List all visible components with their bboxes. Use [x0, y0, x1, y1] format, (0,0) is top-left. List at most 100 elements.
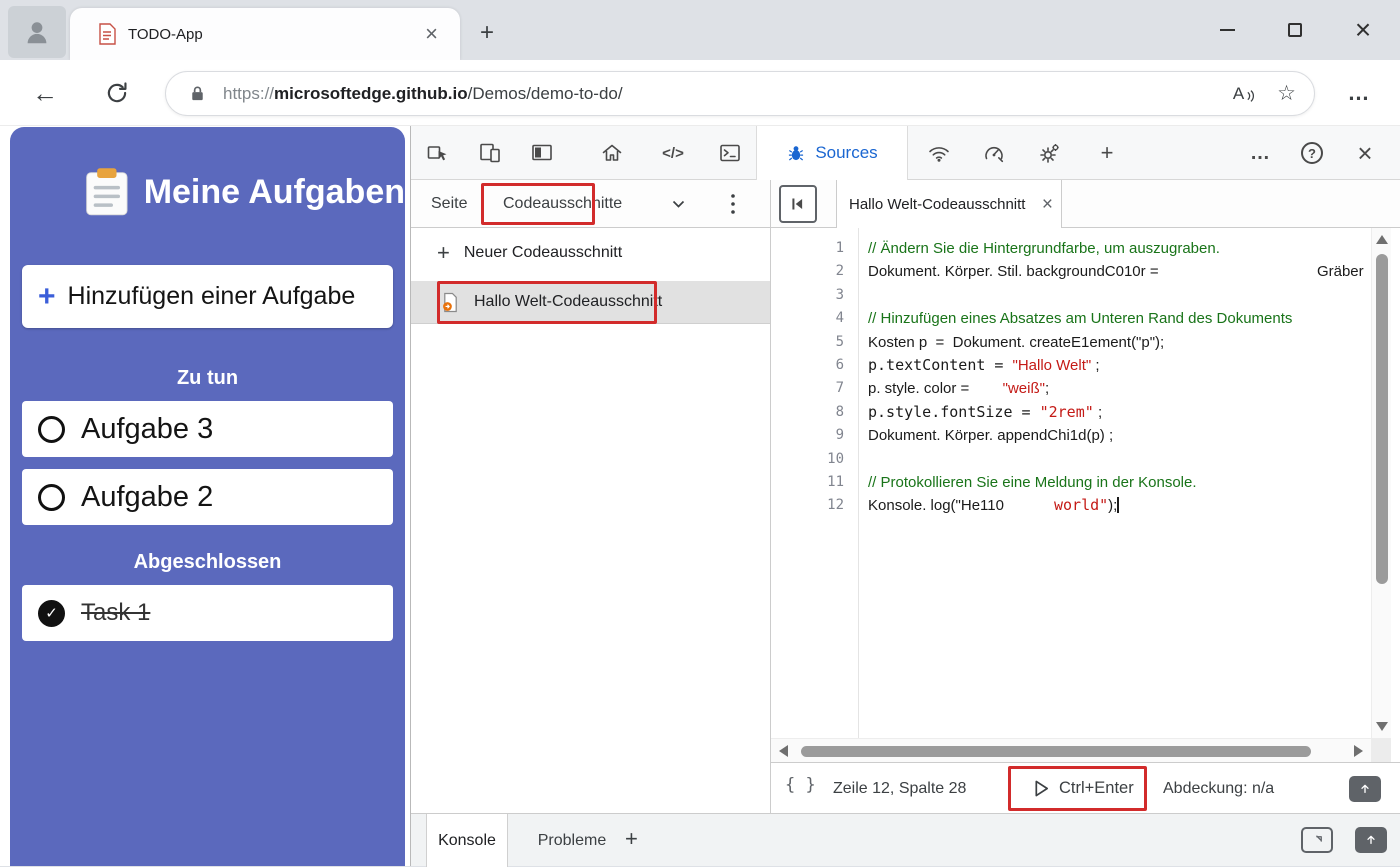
devtools-close-button[interactable]: ×: [1347, 135, 1383, 171]
sound-waves-icon: [1247, 89, 1255, 102]
drawer-tab-problems[interactable]: Probleme: [529, 814, 615, 867]
close-window-button[interactable]: ×: [1348, 15, 1378, 45]
favorites-button[interactable]: ☆: [1277, 81, 1296, 106]
drawer-right-actions: [1301, 827, 1387, 853]
completed-task-item[interactable]: ✓ Task 1: [22, 585, 393, 641]
editor-tab-hallo-welt[interactable]: Hallo Welt-Codeausschnitt ×: [836, 180, 1062, 228]
task-checked-icon[interactable]: ✓: [38, 599, 65, 627]
task-item[interactable]: Aufgabe 3: [22, 401, 393, 457]
performance-tool-button[interactable]: [976, 135, 1012, 171]
url-scheme: https://: [223, 83, 275, 103]
new-snippet-button[interactable]: + Neuer Codeausschnitt: [411, 233, 770, 273]
horizontal-scroll-thumb[interactable]: [801, 746, 1311, 757]
tab-page[interactable]: Seite: [431, 180, 467, 228]
refresh-button[interactable]: [98, 74, 136, 112]
snippet-item-hallo-welt[interactable]: Hallo Welt-Codeausschnitt: [411, 281, 770, 324]
navigator-tabs: Seite Codeausschnitte: [411, 180, 770, 228]
console-tool-button[interactable]: [712, 135, 748, 171]
devtools-drawer: Konsole Probleme +: [411, 813, 1400, 867]
navigator-menu-button[interactable]: [729, 191, 737, 222]
page-content: Meine Aufgaben + Hinzufügen einer Aufgab…: [0, 126, 1400, 867]
home-tool-button[interactable]: [594, 135, 630, 171]
tab-sources[interactable]: Sources: [756, 126, 908, 180]
inspect-element-button[interactable]: [420, 135, 456, 171]
page-title: Meine Aufgaben: [143, 172, 405, 211]
tab-snippets[interactable]: Codeausschnitte: [503, 180, 622, 228]
code-line: // Hinzufügen eines Absatzes am Unteren …: [868, 307, 1371, 330]
tab-close-icon[interactable]: ×: [419, 21, 444, 47]
add-tools-icon: +: [1100, 140, 1114, 165]
format-code-icon[interactable]: { }: [785, 775, 816, 795]
text-cursor: [1117, 497, 1119, 514]
dock-side-button[interactable]: [524, 135, 560, 171]
export-drawer-button[interactable]: [1355, 827, 1387, 853]
line-number: 8: [835, 403, 844, 420]
task-item[interactable]: Aufgabe 2: [22, 469, 393, 525]
code-segment: Kosten p = Dokument. createE1ement("p");: [868, 333, 1165, 351]
read-aloud-button[interactable]: A: [1233, 84, 1255, 104]
add-task-button[interactable]: + Hinzufügen einer Aufgabe: [22, 265, 393, 328]
code-segment: ;: [1044, 380, 1050, 398]
scroll-right-icon[interactable]: [1354, 745, 1363, 757]
network-conditions-button[interactable]: [921, 135, 957, 171]
code-content[interactable]: // Ändern Sie die Hintergrundfarbe, um a…: [859, 228, 1371, 738]
deploy-changes-button[interactable]: [1349, 776, 1381, 802]
dock-drawer-icon: [1315, 835, 1322, 842]
sources-tab-label: Sources: [815, 143, 878, 162]
browser-menu-button[interactable]: …: [1340, 74, 1378, 112]
scroll-up-icon[interactable]: [1376, 235, 1388, 244]
devtools-help-button[interactable]: ?: [1294, 135, 1330, 171]
task-label: Aufgabe 2: [81, 480, 214, 513]
console-icon: [720, 144, 740, 162]
add-drawer-tab-button[interactable]: +: [625, 828, 638, 850]
help-icon: ?: [1301, 142, 1323, 164]
device-emulation-button[interactable]: [472, 135, 508, 171]
gears-icon: [1040, 144, 1059, 163]
code-segment: "2rem": [1039, 402, 1094, 421]
code-segment: world": [1053, 496, 1109, 515]
task-unchecked-icon[interactable]: [38, 483, 65, 511]
new-tab-button[interactable]: +: [472, 18, 502, 48]
code-editor[interactable]: 1 2 3 4 5 6 7 8 9 10 11 12 // Ändern Sie die Hinter…: [771, 228, 1371, 738]
window-controls: ×: [1212, 8, 1390, 52]
code-line: Dokument. Körper. appendChi1d(p) ;: [868, 424, 1371, 447]
gauge-icon: [985, 146, 1004, 163]
code-segment: Dokument. Körper. Stil. backgroundC010r …: [868, 263, 1159, 281]
line-number: 2: [835, 263, 844, 280]
more-tools-button[interactable]: +: [1089, 135, 1125, 171]
profile-avatar[interactable]: [8, 6, 66, 58]
play-icon: [1035, 780, 1049, 797]
devtools-menu-button[interactable]: …: [1242, 135, 1278, 171]
code-segment: p. style. color =: [868, 380, 1003, 398]
browser-tab[interactable]: TODO-App ×: [70, 8, 460, 60]
bug-icon: [789, 146, 804, 161]
arrow-left-bar-icon: [792, 198, 803, 210]
task-label: Aufgabe 3: [81, 412, 214, 445]
code-line: // Protokollieren Sie eine Meldung in de…: [868, 471, 1371, 494]
drawer-tab-console[interactable]: Konsole: [426, 814, 508, 867]
scrollbar-corner: [1371, 738, 1391, 762]
navigator-toggle-button[interactable]: [779, 185, 817, 223]
run-snippet-button[interactable]: Ctrl+Enter: [1023, 770, 1144, 807]
settings-tools-button[interactable]: [1032, 135, 1068, 171]
url-bar[interactable]: https://microsoftedge.github.io/Demos/de…: [165, 71, 1315, 116]
minimize-button[interactable]: [1212, 15, 1242, 45]
dock-drawer-button[interactable]: [1301, 827, 1333, 853]
maximize-button[interactable]: [1280, 15, 1310, 45]
more-tabs-button[interactable]: [671, 197, 686, 216]
task-unchecked-icon[interactable]: [38, 415, 65, 443]
elements-tool-button[interactable]: </>: [655, 135, 691, 171]
line-number: 9: [835, 427, 844, 444]
editor-tab-close-icon[interactable]: ×: [1042, 195, 1053, 214]
add-task-label: Hinzufügen einer Aufgabe: [67, 282, 356, 310]
line-number: 4: [835, 310, 844, 327]
back-button[interactable]: ←: [26, 74, 64, 112]
scroll-left-icon[interactable]: [779, 745, 788, 757]
plus-icon: +: [437, 240, 450, 265]
home-icon: [602, 144, 622, 161]
vertical-scroll-thumb[interactable]: [1376, 254, 1388, 584]
code-line: Kosten p = Dokument. createE1ement("p");: [868, 331, 1371, 354]
scroll-down-icon[interactable]: [1376, 722, 1388, 731]
horizontal-scrollbar[interactable]: [771, 738, 1371, 762]
vertical-scrollbar[interactable]: [1371, 228, 1391, 738]
